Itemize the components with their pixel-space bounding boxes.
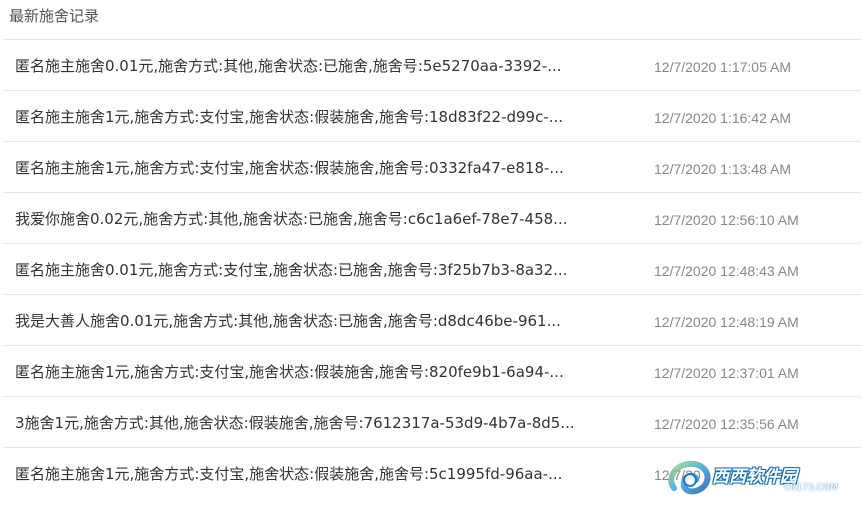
record-text[interactable]: 匿名施主施舍1元,施舍方式:支付宝,施舍状态:假装施舍,施舍号:0332fa47… <box>15 158 633 178</box>
record-time: 12/7/20 <box>654 467 701 483</box>
panel-title: 最新施舍记录 <box>9 7 100 25</box>
record-text[interactable]: 匿名施主施舍1元,施舍方式:支付宝,施舍状态:假装施舍,施舍号:820fe9b1… <box>15 362 633 382</box>
record-text[interactable]: 3施舍1元,施舍方式:其他,施舍状态:假装施舍,施舍号:7612317a-53d… <box>15 413 633 433</box>
list-item[interactable]: 匿名施主施舍1元,施舍方式:支付宝,施舍状态:假装施舍,施舍号:0332fa47… <box>3 141 861 192</box>
list-item[interactable]: 匿名施主施舍1元,施舍方式:支付宝,施舍状态:假装施舍,施舍号:18d83f22… <box>3 90 861 141</box>
list-item[interactable]: 我是大善人施舍0.01元,施舍方式:其他,施舍状态:已施舍,施舍号:d8dc46… <box>3 294 861 345</box>
record-time: 12/7/2020 1:17:05 AM <box>654 59 791 75</box>
list-item[interactable]: 匿名施主施舍1元,施舍方式:支付宝,施舍状态:假装施舍,施舍号:820fe9b1… <box>3 345 861 396</box>
list-item[interactable]: 我爱你施舍0.02元,施舍方式:其他,施舍状态:已施舍,施舍号:c6c1a6ef… <box>3 192 861 243</box>
list-item[interactable]: 3施舍1元,施舍方式:其他,施舍状态:假装施舍,施舍号:7612317a-53d… <box>3 396 861 447</box>
list-item[interactable]: 匿名施主施舍0.01元,施舍方式:支付宝,施舍状态:已施舍,施舍号:3f25b7… <box>3 243 861 294</box>
record-time: 12/7/2020 12:35:56 AM <box>654 416 799 432</box>
record-time: 12/7/2020 12:48:19 AM <box>654 314 799 330</box>
list-item[interactable]: 匿名施主施舍1元,施舍方式:支付宝,施舍状态:假装施舍,施舍号:5c1995fd… <box>3 447 861 498</box>
donation-record-list: 匿名施主施舍0.01元,施舍方式:其他,施舍状态:已施舍,施舍号:5e5270a… <box>0 39 861 507</box>
record-text[interactable]: 匿名施主施舍1元,施舍方式:支付宝,施舍状态:假装施舍,施舍号:5c1995fd… <box>15 464 633 484</box>
record-time: 12/7/2020 12:48:43 AM <box>654 263 799 279</box>
list-item[interactable]: 匿名施主施舍0.01元,施舍方式:其他,施舍状态:已施舍,施舍号:5e5270a… <box>3 39 861 90</box>
record-time: 12/7/2020 12:56:10 AM <box>654 212 799 228</box>
record-text[interactable]: 匿名施主施舍0.01元,施舍方式:其他,施舍状态:已施舍,施舍号:5e5270a… <box>15 56 633 76</box>
record-text[interactable]: 我爱你施舍0.02元,施舍方式:其他,施舍状态:已施舍,施舍号:c6c1a6ef… <box>15 209 633 229</box>
record-text[interactable]: 匿名施主施舍0.01元,施舍方式:支付宝,施舍状态:已施舍,施舍号:3f25b7… <box>15 260 633 280</box>
record-text[interactable]: 匿名施主施舍1元,施舍方式:支付宝,施舍状态:假装施舍,施舍号:18d83f22… <box>15 107 633 127</box>
record-time: 12/7/2020 1:16:42 AM <box>654 110 791 126</box>
record-text[interactable]: 我是大善人施舍0.01元,施舍方式:其他,施舍状态:已施舍,施舍号:d8dc46… <box>15 311 633 331</box>
record-time: 12/7/2020 1:13:48 AM <box>654 161 791 177</box>
record-time: 12/7/2020 12:37:01 AM <box>654 365 799 381</box>
